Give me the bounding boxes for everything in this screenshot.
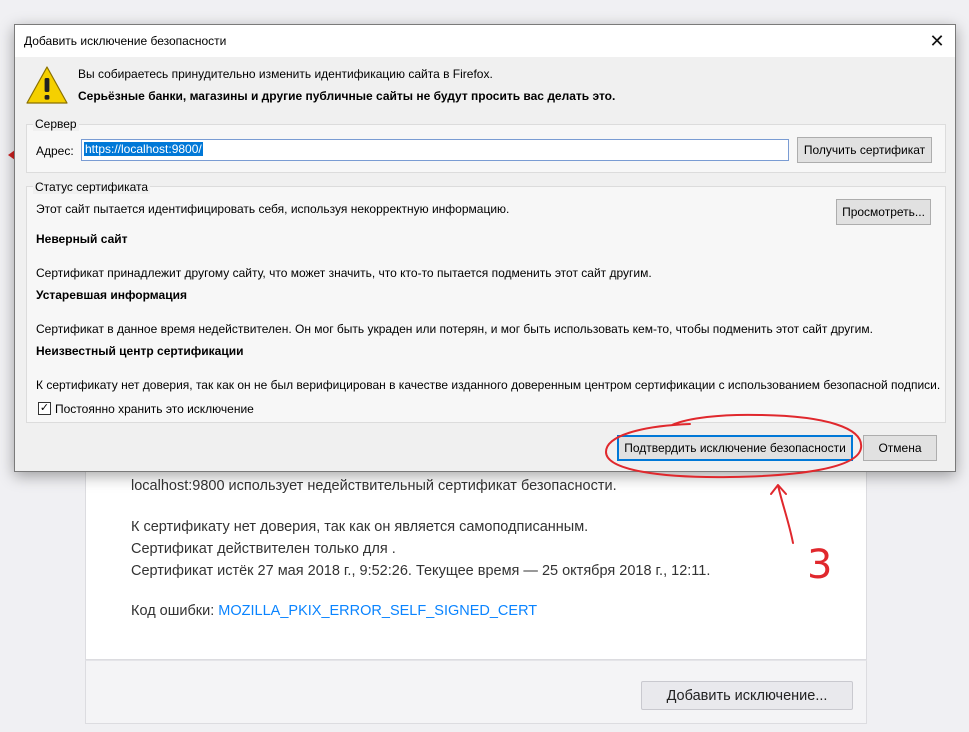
error-code-line: Код ошибки: MOZILLA_PKIX_ERROR_SELF_SIGN… <box>131 603 537 619</box>
issue-text: Сертификат принадлежит другому сайту, чт… <box>36 266 652 280</box>
server-group-label: Сервер <box>33 117 79 131</box>
issue-text: Сертификат в данное время недействителен… <box>36 322 873 336</box>
dialog-titlebar: Добавить исключение безопасности ✕ <box>15 25 955 57</box>
address-input-value: https://localhost:9800/ <box>84 142 203 156</box>
permanent-exception-label[interactable]: Постоянно хранить это исключение <box>55 402 254 416</box>
add-security-exception-dialog: Добавить исключение безопасности ✕ Вы со… <box>14 24 956 472</box>
warning-message: Вы собираетесь принудительно изменить ид… <box>78 67 493 81</box>
issue-heading: Неверный сайт <box>36 232 128 246</box>
dialog-title: Добавить исключение безопасности <box>24 34 227 48</box>
error-description: localhost:9800 использует недействительн… <box>131 478 617 494</box>
view-certificate-button[interactable]: Просмотреть... <box>836 199 931 225</box>
warning-icon <box>26 66 68 104</box>
close-icon[interactable]: ✕ <box>927 31 947 51</box>
error-code-label: Код ошибки: <box>131 603 215 619</box>
confirm-exception-button[interactable]: Подтвердить исключение безопасности <box>617 435 853 461</box>
add-exception-button[interactable]: Добавить исключение... <box>641 681 853 710</box>
get-certificate-button[interactable]: Получить сертификат <box>797 137 932 163</box>
issue-heading: Неизвестный центр сертификации <box>36 344 244 358</box>
cancel-button[interactable]: Отмена <box>863 435 937 461</box>
issue-text: К сертификату нет доверия, так как он не… <box>36 378 941 392</box>
error-code-link[interactable]: MOZILLA_PKIX_ERROR_SELF_SIGNED_CERT <box>218 603 537 619</box>
warning-message-bold: Серьёзные банки, магазины и другие публи… <box>78 89 616 103</box>
error-expired-text: Сертификат истёк 27 мая 2018 г., 9:52:26… <box>131 563 711 579</box>
error-untrusted-text: К сертификату нет доверия, так как он яв… <box>131 519 589 535</box>
permanent-exception-checkbox[interactable]: ✓ <box>38 402 51 415</box>
status-intro: Этот сайт пытается идентифицировать себя… <box>36 202 510 216</box>
issue-heading: Устаревшая информация <box>36 288 187 302</box>
certificate-status-label: Статус сертификата <box>33 180 151 194</box>
address-label: Адрес: <box>36 144 74 158</box>
address-input[interactable]: https://localhost:9800/ <box>81 139 789 161</box>
error-valid-for-text: Сертификат действителен только для . <box>131 541 396 557</box>
